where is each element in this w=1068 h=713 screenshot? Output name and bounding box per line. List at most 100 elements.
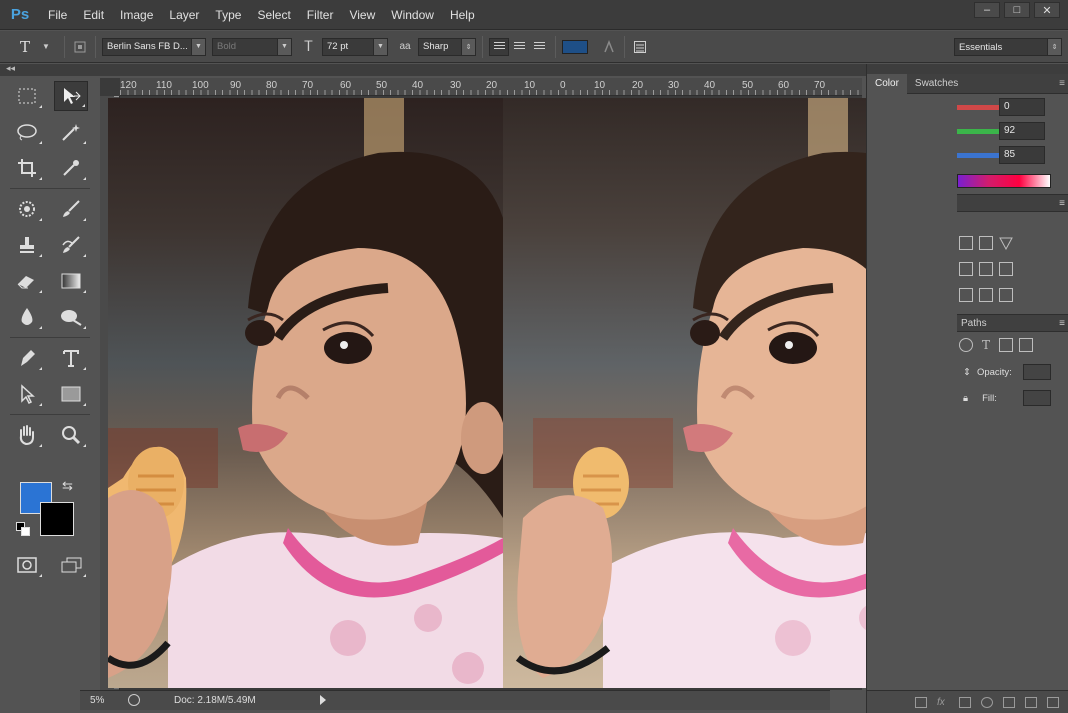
screen-mode-icon[interactable]	[54, 550, 88, 580]
menu-image[interactable]: Image	[112, 8, 161, 22]
lock-icon[interactable]: 🔒︎	[963, 393, 968, 404]
swap-colors-icon[interactable]: ⇆	[62, 478, 73, 494]
zoom-tool-icon[interactable]	[54, 420, 88, 450]
font-size-value: 72 pt	[327, 41, 349, 52]
gradient-triangle-icon[interactable]	[999, 236, 1013, 251]
tab-color[interactable]: Color	[867, 73, 907, 94]
background-color-swatch[interactable]	[40, 502, 74, 536]
menu-layer[interactable]: Layer	[161, 8, 207, 22]
workspace-select[interactable]: Essentials ⇕	[954, 38, 1062, 56]
posterize-icon[interactable]	[979, 288, 993, 302]
text-orientation-icon[interactable]	[71, 38, 89, 56]
menu-type[interactable]: Type	[207, 8, 249, 22]
marquee-tool-icon[interactable]	[10, 81, 44, 111]
status-info-icon[interactable]	[128, 694, 140, 706]
minimize-button[interactable]: –	[974, 2, 1000, 18]
status-menu-arrow-icon[interactable]	[320, 695, 326, 705]
eyedropper-tool-icon[interactable]	[54, 153, 88, 183]
blend-mode-arrow-icon[interactable]: ⇕	[963, 367, 971, 378]
dodge-tool-icon[interactable]	[54, 302, 88, 332]
horizontal-ruler[interactable]: 120 110 100 90 80 70 60 50 40 30 20 10 0…	[120, 78, 862, 96]
brightness-icon[interactable]	[959, 236, 973, 250]
hand-tool-icon[interactable]	[10, 420, 44, 450]
align-center-button[interactable]	[509, 38, 529, 56]
lasso-tool-icon[interactable]	[10, 117, 44, 147]
character-panel-icon[interactable]	[631, 38, 649, 56]
color-spectrum[interactable]	[957, 174, 1051, 188]
close-button[interactable]: ✕	[1034, 2, 1060, 18]
tab-paths[interactable]: Paths	[961, 318, 987, 329]
panel-menu-icon[interactable]: ≡	[1059, 198, 1065, 209]
delete-layer-icon[interactable]	[1047, 696, 1059, 708]
rectangle-tool-icon[interactable]	[54, 379, 88, 409]
blue-slider[interactable]: 85	[867, 144, 1068, 168]
gradient-tool-icon[interactable]	[54, 266, 88, 296]
filter-type-icon[interactable]: T	[979, 338, 993, 352]
panel-menu-icon[interactable]: ≡	[1059, 78, 1065, 89]
filter-smart-object-icon[interactable]	[1019, 338, 1033, 352]
opacity-input[interactable]	[1023, 364, 1051, 380]
move-tool-icon[interactable]	[54, 81, 88, 111]
spot-healing-tool-icon[interactable]	[10, 194, 44, 224]
eraser-tool-icon[interactable]	[10, 266, 44, 296]
curves-icon[interactable]	[979, 236, 993, 250]
menu-edit[interactable]: Edit	[75, 8, 112, 22]
zoom-level[interactable]: 5%	[80, 695, 114, 706]
new-layer-icon[interactable]	[1025, 696, 1037, 708]
clone-stamp-tool-icon[interactable]	[10, 230, 44, 260]
menu-view[interactable]: View	[341, 8, 383, 22]
menu-window[interactable]: Window	[383, 8, 442, 22]
magic-wand-tool-icon[interactable]	[54, 117, 88, 147]
align-center-icon	[513, 42, 525, 51]
crop-tool-icon[interactable]	[10, 153, 44, 183]
vibrance-icon[interactable]	[959, 262, 973, 276]
tab-swatches[interactable]: Swatches	[907, 74, 966, 94]
green-value[interactable]: 92	[999, 122, 1045, 140]
tool-row	[10, 78, 88, 114]
pen-tool-icon[interactable]	[10, 343, 44, 373]
align-left-button[interactable]	[489, 37, 509, 56]
history-brush-tool-icon[interactable]	[54, 230, 88, 260]
quick-mask-icon[interactable]	[10, 550, 44, 580]
menu-filter[interactable]: Filter	[299, 8, 342, 22]
add-mask-icon[interactable]	[959, 696, 971, 708]
font-family-select[interactable]: Berlin Sans FB D... ▼	[102, 37, 206, 56]
font-style-select[interactable]: Bold ▼	[212, 37, 292, 56]
green-slider[interactable]: 92	[867, 120, 1068, 144]
workspace-value: Essentials	[959, 41, 1003, 53]
channel-mixer-icon[interactable]	[979, 262, 993, 276]
menu-file[interactable]: File	[40, 8, 75, 22]
new-group-icon[interactable]	[1003, 696, 1015, 708]
filter-shape-icon[interactable]	[999, 338, 1013, 352]
red-value[interactable]: 0	[999, 98, 1045, 116]
link-layers-icon[interactable]	[915, 696, 927, 708]
path-selection-tool-icon[interactable]	[10, 379, 44, 409]
text-tool-preset-icon[interactable]: T	[20, 38, 40, 56]
new-adjustment-layer-icon[interactable]	[981, 696, 993, 708]
blue-value[interactable]: 85	[999, 146, 1045, 164]
image-canvas[interactable]	[108, 98, 956, 688]
filter-adjustment-icon[interactable]	[959, 338, 973, 352]
text-color-swatch[interactable]	[562, 39, 588, 54]
menu-select[interactable]: Select	[249, 8, 298, 22]
default-colors-icon[interactable]	[16, 522, 30, 536]
tool-row	[10, 150, 88, 186]
blur-tool-icon[interactable]	[10, 302, 44, 332]
fill-input[interactable]	[1023, 390, 1051, 406]
threshold-icon[interactable]	[999, 288, 1013, 302]
font-size-select[interactable]: 72 pt ▼	[322, 37, 388, 56]
align-right-button[interactable]	[529, 38, 549, 56]
collapse-toolbox-icon[interactable]: ◂◂	[6, 63, 15, 74]
red-slider[interactable]: 0	[867, 96, 1068, 120]
warp-text-icon[interactable]	[600, 38, 618, 56]
invert-icon[interactable]	[959, 288, 973, 302]
menu-help[interactable]: Help	[442, 8, 483, 22]
preset-dropdown-arrow[interactable]: ▼	[42, 42, 58, 51]
layer-style-icon[interactable]: fx	[937, 697, 949, 708]
type-tool-icon[interactable]	[54, 343, 88, 373]
antialias-select[interactable]: Sharp ⇕	[418, 37, 476, 56]
color-lookup-icon[interactable]	[999, 262, 1013, 276]
brush-tool-icon[interactable]	[54, 194, 88, 224]
restore-button[interactable]: □	[1004, 2, 1030, 18]
panel-menu-icon[interactable]: ≡	[1059, 318, 1065, 329]
